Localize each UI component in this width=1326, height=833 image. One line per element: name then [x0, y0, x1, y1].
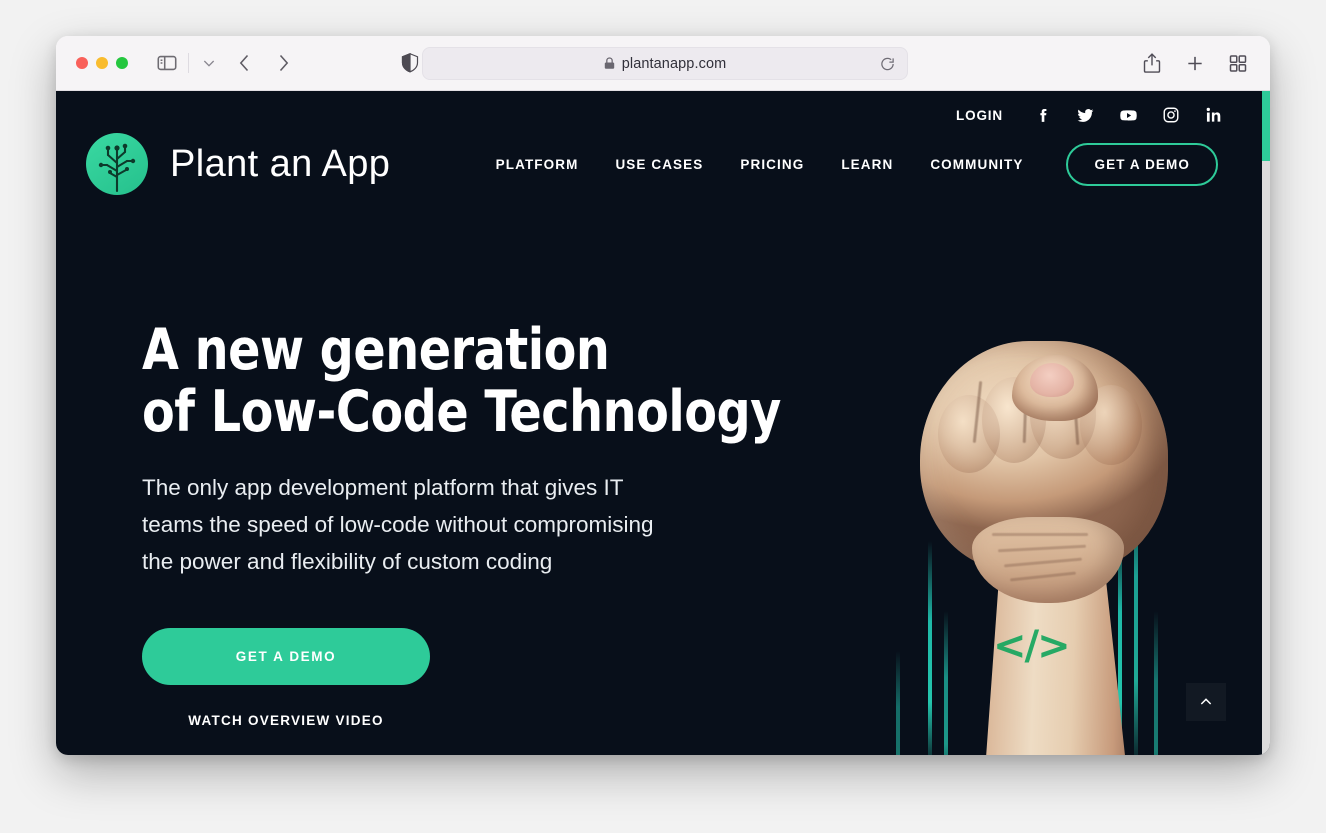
address-bar[interactable]: plantanapp.com	[422, 47, 908, 80]
new-tab-icon[interactable]	[1185, 53, 1205, 74]
navigation-arrows	[235, 53, 293, 73]
instagram-icon[interactable]	[1161, 105, 1181, 125]
desktop-background: plantanapp.com </> LOGIN Plant an App PL…	[0, 0, 1326, 833]
hero-subheadline-line-2: teams the speed of low-code without comp…	[142, 512, 654, 537]
hero-subheadline-line-1: The only app development platform that g…	[142, 475, 624, 500]
browser-window: plantanapp.com </> LOGIN Plant an App PL…	[56, 36, 1270, 755]
share-icon[interactable]	[1142, 52, 1162, 74]
chevron-up-icon	[1200, 698, 1212, 705]
youtube-icon[interactable]	[1118, 105, 1138, 125]
linkedin-icon[interactable]	[1204, 105, 1224, 125]
fist	[920, 341, 1168, 603]
lock-icon	[604, 57, 615, 70]
toolbar-right-actions	[1142, 52, 1248, 74]
watch-overview-video-link[interactable]: WATCH OVERVIEW VIDEO	[142, 713, 430, 728]
minimize-window-button[interactable]	[96, 57, 108, 69]
nav-item-use-cases[interactable]: USE CASES	[615, 157, 703, 172]
primary-nav: PLATFORM USE CASES PRICING LEARN COMMUNI…	[496, 142, 1240, 186]
nav-item-platform[interactable]: PLATFORM	[496, 157, 579, 172]
main-navbar: Plant an App PLATFORM USE CASES PRICING …	[56, 125, 1270, 195]
header-get-a-demo-button[interactable]: GET A DEMO	[1066, 142, 1218, 186]
nav-item-community[interactable]: COMMUNITY	[930, 157, 1023, 172]
page-scrollbar-track[interactable]	[1262, 91, 1270, 755]
forward-arrow-icon[interactable]	[273, 53, 293, 73]
page-viewport: </> LOGIN Plant an App PLATFORM USE CASE…	[56, 91, 1270, 755]
code-tattoo-icon: </>	[993, 623, 1071, 669]
close-window-button[interactable]	[76, 57, 88, 69]
site-header: LOGIN Plant an App PLATFORM USE CASES PR…	[56, 91, 1270, 195]
reload-icon[interactable]	[880, 56, 895, 71]
hero-subheadline: The only app development platform that g…	[142, 469, 802, 580]
back-arrow-icon[interactable]	[235, 53, 255, 73]
circuit-tree-logo-icon	[86, 133, 148, 195]
chevron-down-icon[interactable]	[201, 55, 217, 71]
utility-topbar: LOGIN	[56, 91, 1270, 125]
nav-item-pricing[interactable]: PRICING	[740, 157, 804, 172]
nav-item-learn[interactable]: LEARN	[841, 157, 893, 172]
login-link[interactable]: LOGIN	[956, 108, 1003, 123]
shield-privacy-icon[interactable]	[401, 53, 419, 73]
hero-section: A new generation of Low-Code Technology …	[142, 319, 802, 728]
browser-toolbar: plantanapp.com	[56, 36, 1270, 91]
sidebar-toggle-icon[interactable]	[156, 52, 178, 74]
hero-headline-line-2: of Low-Code Technology	[142, 379, 781, 445]
hero-headline-line-1: A new generation	[142, 317, 610, 383]
twitter-icon[interactable]	[1075, 105, 1095, 125]
brand-name: Plant an App	[170, 142, 391, 185]
brand-logo[interactable]: Plant an App	[86, 133, 390, 195]
page-scrollbar-thumb[interactable]	[1262, 91, 1270, 161]
toolbar-divider	[188, 53, 189, 73]
tab-overview-icon[interactable]	[1228, 53, 1248, 74]
scroll-to-top-button[interactable]	[1186, 683, 1226, 721]
url-text: plantanapp.com	[621, 55, 727, 72]
hero-subheadline-line-3: the power and flexibility of custom codi…	[142, 549, 553, 574]
hero-get-a-demo-button[interactable]: GET A DEMO	[142, 628, 430, 685]
maximize-window-button[interactable]	[116, 57, 128, 69]
facebook-icon[interactable]	[1032, 105, 1052, 125]
window-controls	[76, 57, 128, 69]
